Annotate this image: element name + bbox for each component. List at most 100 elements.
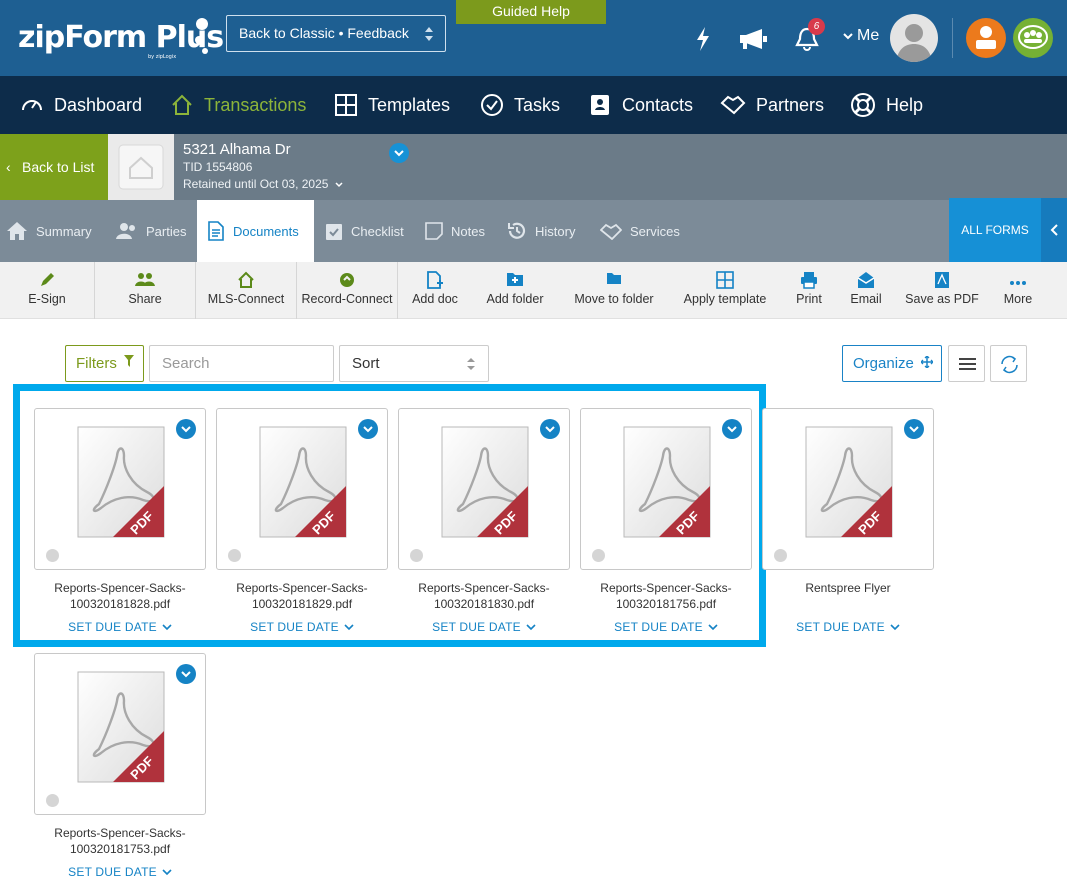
nav-partners[interactable]: Partners (720, 76, 824, 134)
document-name-line2: 100320181753.pdf (69, 842, 171, 856)
lightning-icon[interactable] (694, 26, 712, 52)
nav-templates[interactable]: Templates (334, 76, 450, 134)
retention-date[interactable]: Retained until Oct 03, 2025 (183, 177, 343, 191)
tab-history[interactable]: History (507, 200, 575, 262)
document-menu-button[interactable] (904, 419, 924, 439)
back-to-list-button[interactable]: ‹ Back to List (0, 134, 108, 200)
document-card[interactable]: PDF (34, 653, 206, 815)
document-card[interactable]: PDF (216, 408, 388, 570)
tab-parties[interactable]: Parties (116, 200, 186, 262)
save-as-pdf-button[interactable]: Save as PDF (894, 262, 990, 319)
all-forms-button[interactable]: ALL FORMS (949, 198, 1041, 262)
apply-template-button[interactable]: Apply template (670, 262, 780, 319)
set-due-date-button[interactable]: SET DUE DATE (34, 620, 206, 634)
filters-button[interactable]: Filters (65, 345, 144, 382)
nav-transactions[interactable]: Transactions (170, 76, 306, 134)
document-card[interactable]: PDF (580, 408, 752, 570)
nav-contacts[interactable]: Contacts (588, 76, 693, 134)
user-menu[interactable]: Me (843, 27, 879, 45)
guided-help-button[interactable]: Guided Help (456, 0, 606, 24)
refresh-button[interactable] (990, 345, 1027, 382)
pdf-file-icon: PDF (77, 426, 165, 538)
tab-services[interactable]: Services (600, 200, 680, 262)
select-radio[interactable] (46, 794, 59, 807)
document-card[interactable]: PDF (34, 408, 206, 570)
property-thumbnail (108, 134, 174, 200)
select-radio[interactable] (774, 549, 787, 562)
set-due-date-button[interactable]: SET DUE DATE (216, 620, 388, 634)
select-radio[interactable] (410, 549, 423, 562)
document-menu-button[interactable] (358, 419, 378, 439)
transaction-dropdown-button[interactable] (389, 143, 409, 163)
chevron-left-icon (1050, 224, 1058, 236)
print-button[interactable]: Print (780, 262, 838, 319)
chevron-down-icon (344, 624, 354, 631)
chevron-down-icon (162, 624, 172, 631)
add-folder-button[interactable]: Add folder (472, 262, 558, 319)
record-connect-button[interactable]: Record-Connect (297, 262, 398, 319)
printer-icon (801, 272, 817, 289)
document-menu-button[interactable] (722, 419, 742, 439)
email-button[interactable]: Email (838, 262, 894, 319)
pen-icon (41, 273, 54, 286)
group-chat-icon (1018, 25, 1048, 49)
set-due-date-label: SET DUE DATE (796, 620, 885, 634)
pdf-thumbnail[interactable]: PDF (77, 426, 165, 543)
select-radio[interactable] (46, 549, 59, 562)
collapse-panel-button[interactable] (1041, 198, 1067, 262)
pdf-thumbnail[interactable]: PDF (77, 671, 165, 788)
document-card[interactable]: PDF (762, 408, 934, 570)
set-due-date-label: SET DUE DATE (68, 620, 157, 634)
organize-button[interactable]: Organize (842, 345, 942, 382)
document-menu-button[interactable] (176, 419, 196, 439)
document-name-line1: Reports-Spencer-Sacks- (236, 581, 368, 595)
nav-dashboard[interactable]: Dashboard (20, 76, 142, 134)
select-arrows-icon (425, 27, 433, 41)
tab-documents[interactable]: Documents (197, 200, 314, 262)
nav-tasks[interactable]: Tasks (480, 76, 560, 134)
person-card-icon (976, 26, 996, 49)
more-button[interactable]: More (990, 262, 1046, 319)
document-toolbar: E-Sign Share MLS-Connect Record-Connect (0, 262, 1067, 319)
share-button[interactable]: Share (95, 262, 196, 319)
history-icon (508, 222, 526, 239)
sort-select[interactable]: Sort (339, 345, 489, 382)
tab-checklist[interactable]: Checklist (325, 200, 404, 262)
chevron-down-icon (363, 426, 373, 433)
select-radio[interactable] (592, 549, 605, 562)
add-doc-button[interactable]: Add doc (398, 262, 472, 319)
set-due-date-button[interactable]: SET DUE DATE (398, 620, 570, 634)
select-radio[interactable] (228, 549, 241, 562)
document-menu-button[interactable] (176, 664, 196, 684)
set-due-date-label: SET DUE DATE (614, 620, 703, 634)
set-due-date-button[interactable]: SET DUE DATE (762, 620, 934, 634)
document-name-line1: Rentspree Flyer (805, 581, 891, 595)
move-to-folder-button[interactable]: Move to folder (558, 262, 670, 319)
pdf-thumbnail[interactable]: PDF (259, 426, 347, 543)
document-card[interactable]: PDF (398, 408, 570, 570)
set-due-date-button[interactable]: SET DUE DATE (580, 620, 752, 634)
document-menu-button[interactable] (540, 419, 560, 439)
back-to-classic-select[interactable]: Back to Classic • Feedback (226, 15, 446, 52)
list-view-button[interactable] (948, 345, 985, 382)
select-arrows-icon (467, 358, 475, 370)
pdf-thumbnail[interactable]: PDF (441, 426, 529, 543)
tab-notes[interactable]: Notes (425, 200, 485, 262)
handshake-icon (600, 223, 622, 240)
esign-button[interactable]: E-Sign (0, 262, 95, 319)
users-icon (116, 223, 135, 239)
avatar[interactable] (890, 14, 938, 62)
set-due-date-button[interactable]: SET DUE DATE (34, 865, 206, 879)
document-name: Reports-Spencer-Sacks- 100320181828.pdf (34, 580, 206, 612)
tab-summary[interactable]: Summary (6, 200, 92, 262)
nav-help[interactable]: Help (850, 76, 923, 134)
search-input[interactable] (149, 345, 334, 382)
megaphone-icon[interactable] (738, 28, 768, 50)
agent-app-icon[interactable] (966, 18, 1006, 58)
handshake-icon (720, 95, 746, 115)
team-chat-icon[interactable] (1013, 18, 1053, 58)
pdf-thumbnail[interactable]: PDF (623, 426, 711, 543)
document-name-line1: Reports-Spencer-Sacks- (54, 581, 186, 595)
pdf-thumbnail[interactable]: PDF (805, 426, 893, 543)
mls-connect-button[interactable]: MLS-Connect (196, 262, 297, 319)
